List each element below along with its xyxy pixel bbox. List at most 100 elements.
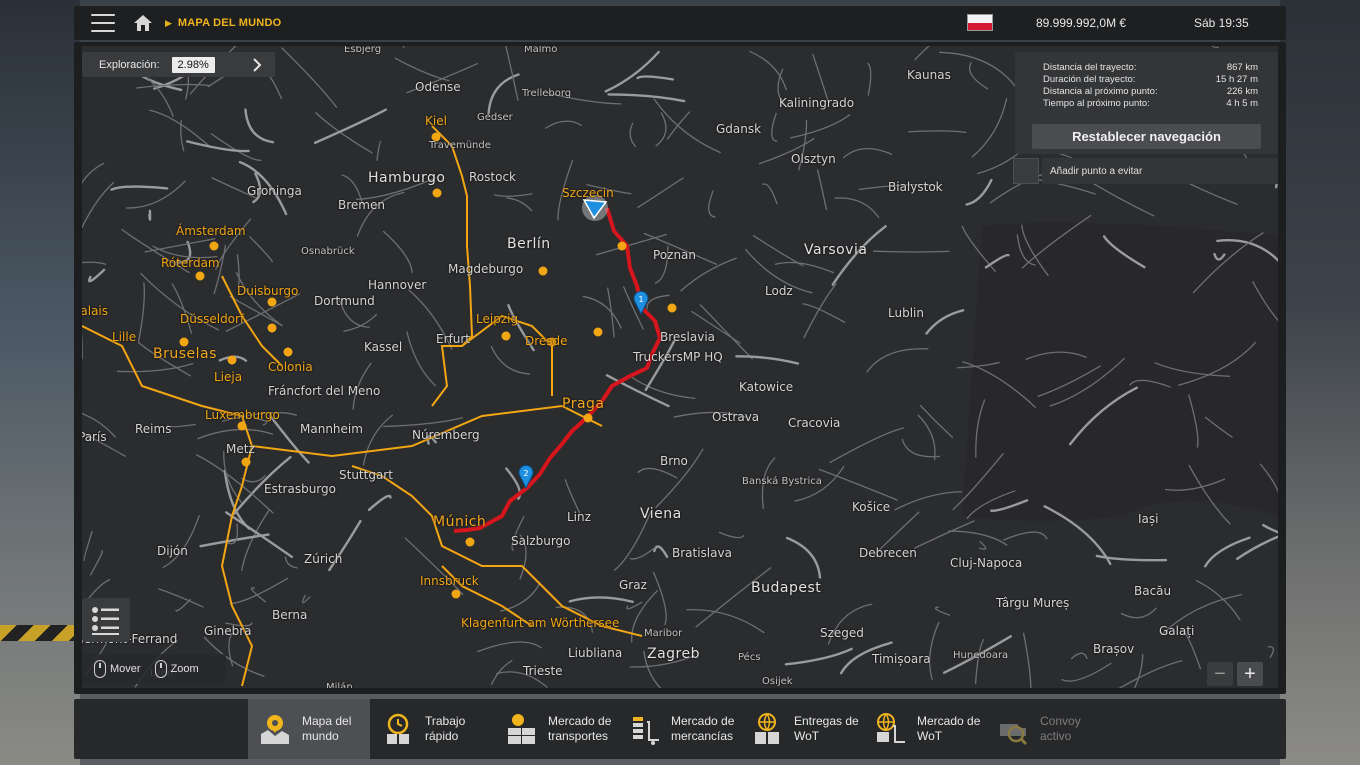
city-label: Dresde [525, 334, 568, 348]
city-dot[interactable] [432, 188, 442, 198]
city-dot[interactable] [451, 589, 461, 599]
city-dot[interactable] [209, 241, 219, 251]
city-label: TruckersMP HQ [633, 350, 723, 364]
city-label: Salzburgo [511, 534, 571, 548]
city-label: Pécs [738, 652, 761, 663]
city-label: Cracovia [788, 416, 841, 430]
exploration-value: 2.98% [171, 56, 215, 73]
city-label: Gedser [477, 112, 513, 123]
tab-label-line1: Entregas de [794, 714, 859, 728]
city-label: Trelleborg [522, 88, 572, 99]
route-info-label: Distancia del trayecto: [1043, 62, 1137, 73]
tab-wot-market[interactable]: Mercado de WoT [863, 699, 985, 759]
city-label: Kiel [425, 114, 447, 128]
route-line [453, 207, 662, 533]
city-dot[interactable] [617, 241, 627, 251]
city-label: Lieja [214, 370, 243, 384]
tab-world-map[interactable]: Mapa del mundo [248, 699, 370, 759]
city-dot[interactable] [465, 537, 475, 547]
city-label: Galați [1159, 624, 1195, 638]
city-label: Mannheim [300, 422, 363, 436]
quick-job-icon [381, 712, 415, 746]
city-dot[interactable] [501, 331, 511, 341]
background-right [1280, 0, 1360, 765]
city-label: Ginebra [204, 624, 252, 638]
city-label: Hunedoara [953, 650, 1009, 661]
tab-label-line1: Convoy [1040, 714, 1081, 728]
zoom-out-button[interactable]: − [1207, 662, 1233, 686]
city-dot[interactable] [267, 297, 277, 307]
tab-cargo-market[interactable]: Mercado de mercancías [617, 699, 739, 759]
city-dot[interactable] [538, 266, 548, 276]
tab-quick-job[interactable]: Trabajo rápido [371, 699, 493, 759]
city-label: Rostock [469, 170, 516, 184]
city-label: Viena [640, 506, 682, 522]
tab-label: Mercado de transportes [548, 714, 611, 744]
city-label: Ostrava [712, 410, 760, 424]
city-label: Banská Bystrica [742, 476, 822, 487]
city-label: Breslavia [660, 330, 716, 344]
city-label: Reims [135, 422, 172, 436]
city-label: París [82, 430, 107, 444]
city-dot[interactable] [227, 355, 237, 365]
city-dot[interactable] [583, 413, 593, 423]
city-label: Katowice [739, 380, 794, 394]
world-map[interactable]: 1 2 Esbjerg Malmö Odense Trelleborg Kaunas Kal… [74, 42, 1286, 694]
cargo-market-icon [627, 712, 661, 746]
tab-freight-market[interactable]: Mercado de transportes [494, 699, 616, 759]
city-dot[interactable] [195, 271, 205, 281]
map-controls-hint: Mover Zoom [82, 654, 226, 684]
city-dot[interactable] [593, 327, 603, 337]
city-label: Kaliningrado [779, 96, 855, 110]
city-label: Berlín [507, 236, 551, 252]
city-dot[interactable] [283, 347, 293, 357]
route-info-label: Distancia al próximo punto: [1043, 86, 1158, 97]
city-label: Liubliana [568, 646, 623, 660]
money-balance: 89.999.992,0M € [1036, 16, 1127, 30]
city-dot[interactable] [267, 323, 277, 333]
menu-icon[interactable] [91, 14, 115, 32]
city-label: Múnich [433, 514, 487, 530]
waypoint-number: 2 [523, 469, 528, 478]
city-label: Magdeburgo [448, 262, 524, 276]
avoid-point-checkbox[interactable] [1013, 158, 1039, 184]
tab-label-line2: WoT [794, 729, 820, 743]
home-icon[interactable] [133, 14, 153, 32]
zoom-in-button[interactable]: + [1237, 662, 1263, 686]
tab-label-line2: mercancías [671, 729, 734, 743]
city-dot[interactable] [667, 303, 677, 313]
city-label: Lodz [765, 284, 793, 298]
city-label: Milán [326, 682, 353, 688]
city-label: Maribor [644, 628, 683, 639]
legend-button[interactable] [82, 598, 130, 642]
mouse-left-icon [94, 660, 106, 678]
city-label: Brașov [1093, 642, 1135, 656]
route-info-value: 867 km [1226, 62, 1258, 73]
city-label: Brno [660, 454, 688, 468]
breadcrumb-arrow-icon: ▶ [165, 17, 172, 28]
tab-label-line1: Mercado de [671, 714, 735, 728]
city-label: Hannover [368, 278, 427, 292]
city-label: Trieste [523, 664, 563, 678]
city-label: Erfurt [436, 332, 470, 346]
city-label: Leipzig [476, 312, 519, 326]
tab-convoy: Convoy activo [986, 699, 1108, 759]
chevron-right-icon[interactable] [252, 57, 262, 72]
city-dot[interactable] [237, 421, 247, 431]
city-label: Poznan [653, 248, 697, 262]
tab-label-line2: transportes [548, 729, 609, 743]
city-label: Estrasburgo [264, 482, 336, 496]
city-label: Iași [1138, 512, 1159, 526]
reset-navigation-button[interactable]: Restablecer navegación [1032, 124, 1261, 149]
city-label: Budapest [751, 580, 822, 596]
city-dot[interactable] [241, 457, 251, 467]
tab-wot-deliveries[interactable]: Entregas de WoT [740, 699, 862, 759]
route-info-panel: Distancia del trayecto: 867 km Duración de… [1015, 52, 1278, 154]
zoom-hint: Zoom [170, 663, 199, 675]
city-label: Innsbruck [420, 574, 479, 588]
tab-label: Mapa del mundo [302, 714, 351, 744]
city-label: Olsztyn [791, 152, 836, 166]
tab-label-line1: Trabajo [425, 714, 466, 728]
city-label: Szeged [820, 626, 864, 640]
city-label: Kaunas [907, 68, 951, 82]
